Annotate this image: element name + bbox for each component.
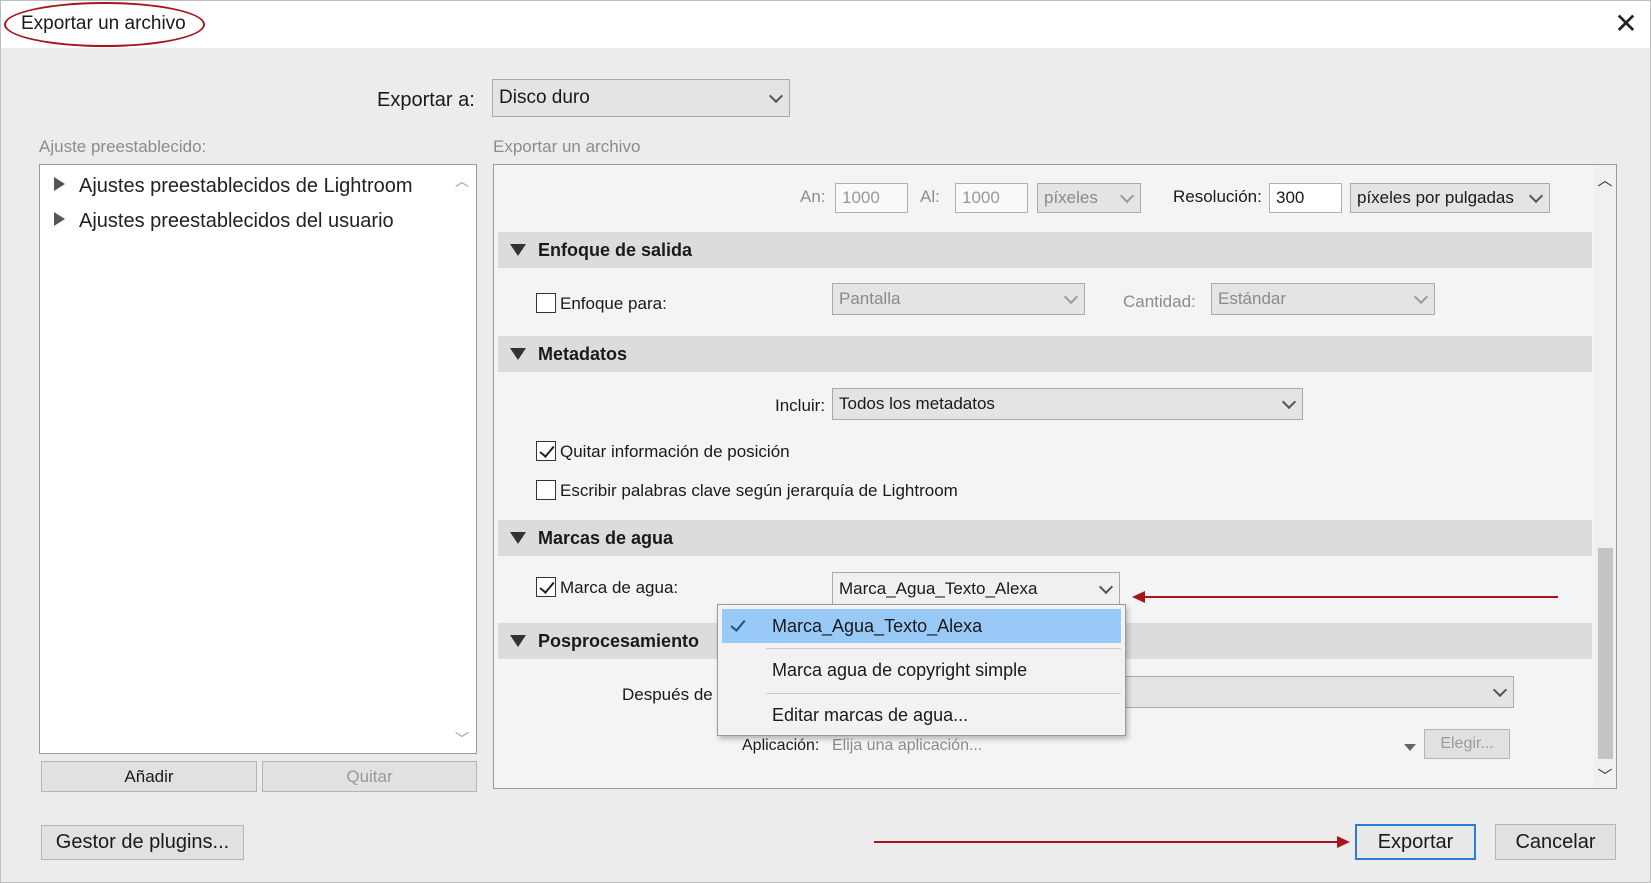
title-highlight-oval	[4, 2, 205, 47]
chevron-down-icon	[1281, 394, 1297, 410]
width-label: An:	[800, 187, 826, 206]
menu-divider	[766, 648, 1121, 649]
preset-list: Ajustes preestablecidos de Lightroom Aju…	[39, 164, 477, 754]
arrow-left-icon	[1132, 591, 1145, 603]
keyword-hierarchy-label: Escribir palabras clave según jerarquía …	[560, 481, 958, 500]
sharpen-for-select[interactable]: Pantalla	[832, 283, 1085, 315]
expand-arrow-icon	[54, 212, 65, 226]
remove-preset-button[interactable]: Quitar	[262, 761, 477, 792]
resolution-input[interactable]: 300	[1269, 183, 1342, 213]
include-label: Incluir:	[775, 396, 826, 415]
export-to-value: Disco duro	[499, 87, 590, 108]
watermark-dropdown-menu: Marca_Agua_Texto_Alexa Marca agua de cop…	[717, 604, 1126, 736]
section-header-watermark[interactable]: Marcas de agua	[498, 520, 1592, 556]
watermark-option-copyright[interactable]: Marca agua de copyright simple	[722, 653, 1121, 687]
chevron-down-icon	[1492, 682, 1508, 698]
watermark-label: Marca de agua:	[560, 578, 679, 597]
keyword-hierarchy-checkbox[interactable]	[536, 480, 556, 500]
amount-select[interactable]: Estándar	[1211, 283, 1435, 315]
export-button[interactable]: Exportar	[1355, 824, 1476, 860]
presets-label: Ajuste preestablecido:	[39, 137, 207, 156]
collapse-arrow-icon	[510, 244, 526, 256]
title-bar: Exportar un archivo ✕	[1, 1, 1650, 48]
include-metadata-select[interactable]: Todos los metadatos	[832, 388, 1303, 420]
plugin-manager-button[interactable]: Gestor de plugins...	[41, 825, 244, 860]
remove-location-label: Quitar información de posición	[560, 442, 790, 461]
collapse-arrow-icon	[510, 635, 526, 647]
scroll-up-icon[interactable]: ︿	[1596, 169, 1614, 189]
chevron-down-icon	[1063, 289, 1079, 305]
section-header-metadata[interactable]: Metadatos	[498, 336, 1592, 372]
collapse-arrow-icon	[510, 348, 526, 360]
chevron-down-icon[interactable]: ﹀	[453, 729, 471, 747]
section-header-sharpening[interactable]: Enfoque de salida	[498, 232, 1592, 268]
amount-label: Cantidad:	[1123, 292, 1196, 311]
chevron-down-icon	[1098, 579, 1114, 595]
after-export-label: Después de l	[622, 685, 722, 704]
application-field[interactable]: Elija una aplicación...	[832, 737, 982, 755]
chevron-down-icon	[1119, 188, 1135, 204]
expand-arrow-icon	[54, 177, 65, 191]
menu-divider	[766, 693, 1121, 694]
sharpen-checkbox[interactable]	[536, 293, 556, 313]
cancel-button[interactable]: Cancelar	[1495, 824, 1616, 860]
chevron-up-icon[interactable]: ︿	[453, 171, 471, 189]
watermark-checkbox[interactable]	[536, 577, 556, 597]
remove-location-checkbox[interactable]	[536, 441, 556, 461]
height-label: Al:	[920, 187, 940, 206]
width-input[interactable]: 1000	[835, 183, 908, 213]
chevron-down-icon	[1413, 289, 1429, 305]
application-label: Aplicación:	[742, 737, 820, 754]
export-dialog: Exportar un archivo ✕ Exportar a: Disco …	[0, 0, 1651, 883]
collapse-arrow-icon	[510, 532, 526, 544]
arrow-right-icon	[1337, 836, 1350, 848]
export-to-select[interactable]: Disco duro	[492, 79, 790, 117]
watermark-option-alexa[interactable]: Marca_Agua_Texto_Alexa	[722, 609, 1121, 643]
sharpen-label: Enfoque para:	[560, 294, 667, 313]
resolution-units-select[interactable]: píxeles por pulgadas	[1350, 183, 1550, 213]
add-preset-button[interactable]: Añadir	[41, 761, 257, 792]
size-units-select[interactable]: píxeles	[1037, 183, 1141, 213]
settings-label: Exportar un archivo	[493, 137, 641, 156]
chevron-down-icon	[768, 88, 784, 104]
height-input[interactable]: 1000	[955, 183, 1028, 213]
scrollbar-thumb[interactable]	[1598, 548, 1613, 759]
check-icon	[730, 616, 746, 632]
after-export-select[interactable]	[1094, 676, 1514, 708]
choose-app-button[interactable]: Elegir...	[1424, 729, 1510, 759]
close-icon[interactable]: ✕	[1611, 9, 1641, 39]
annotation-arrow-export	[874, 841, 1339, 843]
preset-item-lightroom[interactable]: Ajustes preestablecidos de Lightroom	[54, 175, 413, 198]
chevron-down-icon	[1528, 188, 1544, 204]
annotation-arrow-watermark	[1143, 596, 1558, 598]
scroll-down-icon[interactable]: ﹀	[1596, 765, 1614, 785]
preset-item-user[interactable]: Ajustes preestablecidos del usuario	[54, 210, 394, 233]
watermark-option-edit[interactable]: Editar marcas de agua...	[722, 698, 1121, 732]
caret-down-icon[interactable]	[1404, 744, 1416, 751]
watermark-select[interactable]: Marca_Agua_Texto_Alexa	[832, 572, 1120, 606]
resolution-label: Resolución:	[1173, 187, 1262, 206]
export-to-label: Exportar a:	[377, 89, 475, 111]
